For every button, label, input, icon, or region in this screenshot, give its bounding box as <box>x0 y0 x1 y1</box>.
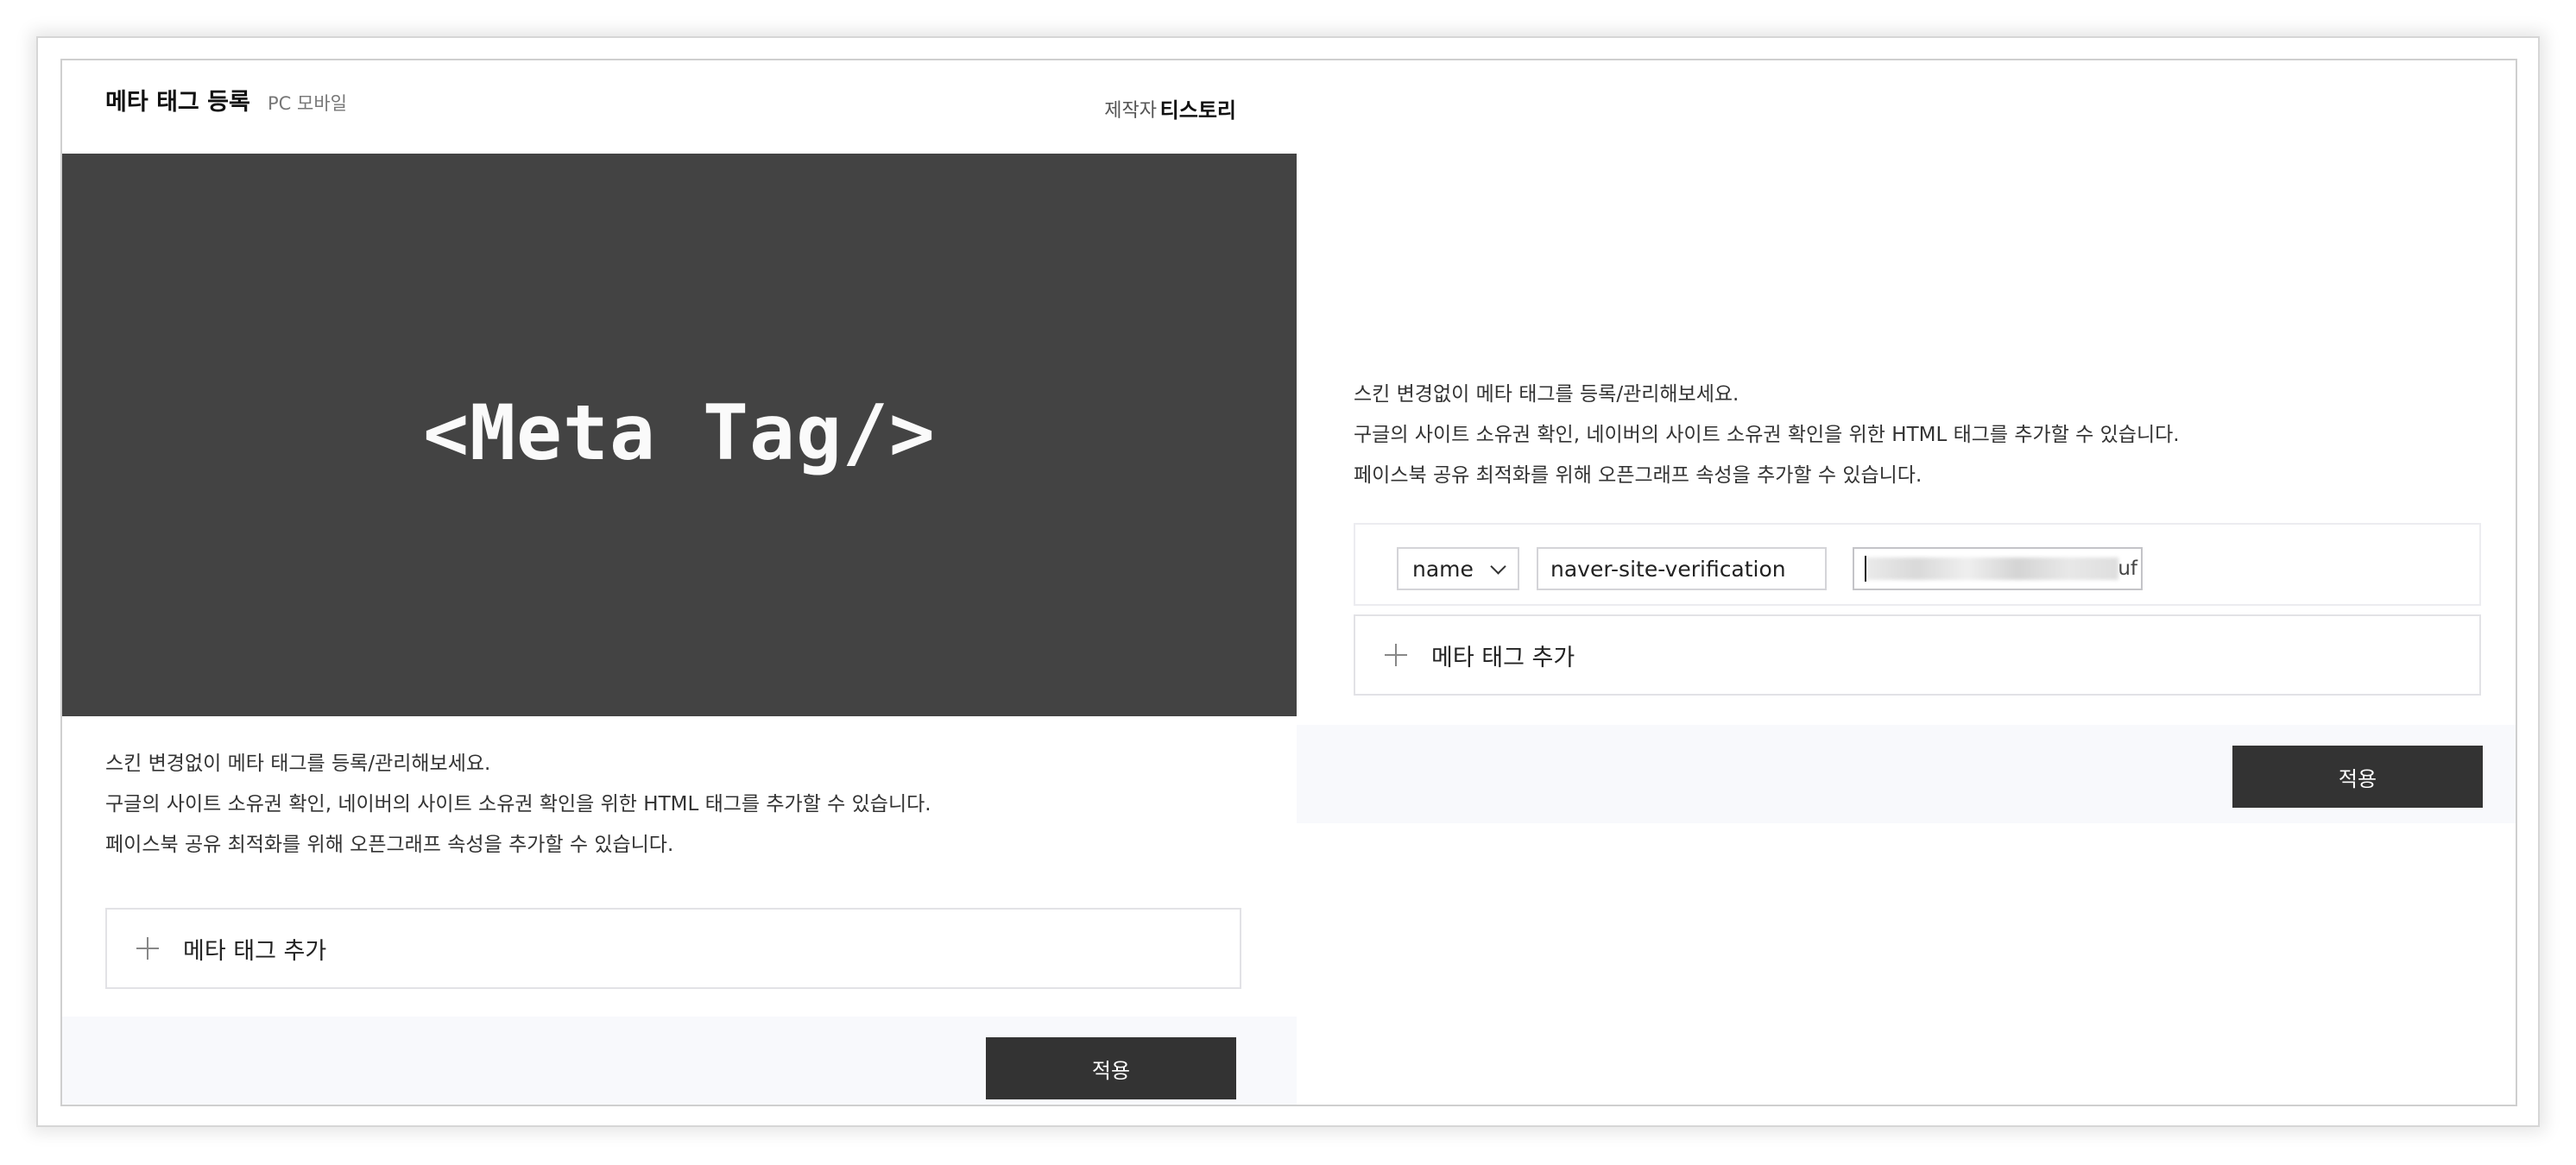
apply-button[interactable]: 적용 <box>986 1037 1236 1099</box>
redacted-content <box>1866 557 2118 580</box>
text-cursor <box>1865 556 1866 582</box>
meta-name-input[interactable]: naver-site-verification <box>1537 547 1827 590</box>
add-meta-tag-button[interactable]: 메타 태그 추가 <box>1354 614 2481 696</box>
description-line: 구글의 사이트 소유권 확인, 네이버의 사이트 소유권 확인을 위한 HTML… <box>105 793 931 816</box>
author-name: 티스토리 <box>1159 98 1236 123</box>
plugin-platform: PC 모바일 <box>268 93 347 114</box>
attribute-select-value: name <box>1412 556 1474 582</box>
description-line: 페이스북 공유 최적화를 위해 오픈그래프 속성을 추가할 수 있습니다. <box>1354 464 1923 487</box>
description-line: 구글의 사이트 소유권 확인, 네이버의 사이트 소유권 확인을 위한 HTML… <box>1354 424 2180 446</box>
plus-icon <box>136 937 159 960</box>
description-line: 스킨 변경없이 메타 태그를 등록/관리해보세요. <box>105 753 491 775</box>
plugin-info-panel: 메타 태그 등록 PC 모바일 제작자 티스토리 <Meta Tag/> 스킨 … <box>62 60 1297 1105</box>
plugin-title: 메타 태그 등록 <box>105 89 250 116</box>
panel-footer: 적용 <box>1297 725 2516 823</box>
panel-footer: 적용 <box>62 1017 1297 1105</box>
add-meta-tag-label: 메타 태그 추가 <box>1431 644 1575 671</box>
plus-icon <box>1385 644 1407 666</box>
plugin-settings-panel: 스킨 변경없이 메타 태그를 등록/관리해보세요. 구글의 사이트 소유권 확인… <box>1297 60 2516 1105</box>
screenshot-frame: 메타 태그 등록 PC 모바일 제작자 티스토리 <Meta Tag/> 스킨 … <box>36 36 2540 1127</box>
attribute-select[interactable]: name <box>1397 547 1519 590</box>
apply-button[interactable]: 적용 <box>2232 746 2483 808</box>
meta-name-value: naver-site-verification <box>1550 556 1786 582</box>
plugin-preview-image: <Meta Tag/> <box>62 154 1297 716</box>
add-meta-tag-button[interactable]: 메타 태그 추가 <box>105 908 1241 989</box>
settings-description: 스킨 변경없이 메타 태그를 등록/관리해보세요. 구글의 사이트 소유권 확인… <box>1354 375 2180 496</box>
author-label: 제작자 <box>1104 100 1157 122</box>
plugin-header: 메타 태그 등록 PC 모바일 제작자 티스토리 <box>62 60 1297 154</box>
preview-text: <Meta Tag/> <box>423 387 936 477</box>
add-meta-tag-label: 메타 태그 추가 <box>183 937 327 965</box>
meta-content-input[interactable]: uf <box>1853 547 2143 590</box>
chevron-down-icon <box>1490 558 1506 575</box>
meta-tag-row: name naver-site-verification uf <box>1354 523 2481 606</box>
description-line: 페이스북 공유 최적화를 위해 오픈그래프 속성을 추가할 수 있습니다. <box>105 834 674 856</box>
plugin-description: 스킨 변경없이 메타 태그를 등록/관리해보세요. 구글의 사이트 소유권 확인… <box>105 744 931 866</box>
description-line: 스킨 변경없이 메타 태그를 등록/관리해보세요. <box>1354 383 1739 406</box>
plugin-window: 메타 태그 등록 PC 모바일 제작자 티스토리 <Meta Tag/> 스킨 … <box>60 59 2517 1106</box>
meta-content-tail: uf <box>2118 557 2137 580</box>
